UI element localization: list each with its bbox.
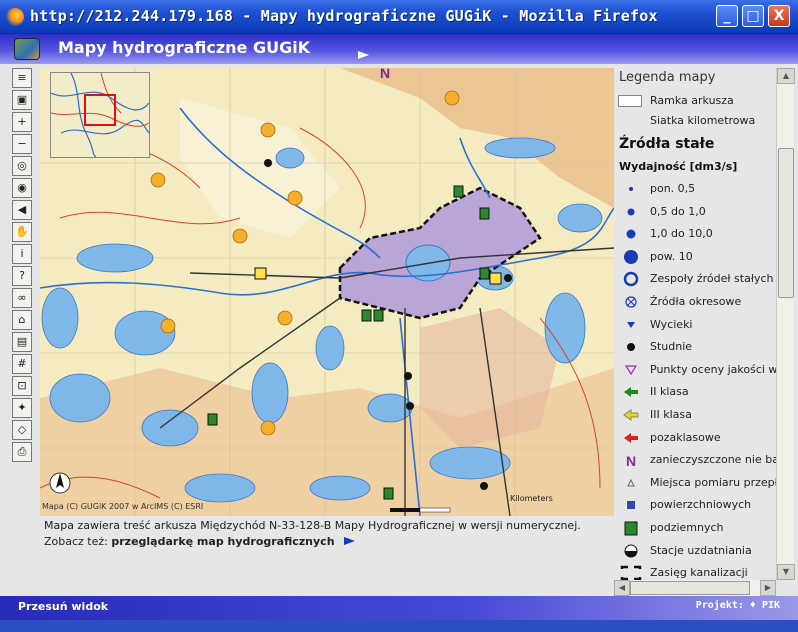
project-label[interactable]: Projekt: ♦ PIK: [696, 600, 780, 611]
identify-tool-button[interactable]: i: [12, 244, 32, 264]
zoom-full-tool-button[interactable]: ◎: [12, 156, 32, 176]
legend-item-label: Zasięg kanalizacji: [650, 566, 748, 580]
legend-vertical-scrollbar[interactable]: ▲ ▼: [776, 68, 795, 580]
window-bottom-border: [0, 620, 798, 632]
app-logo-icon: [14, 38, 40, 60]
scroll-left-button[interactable]: ◀: [614, 580, 630, 596]
clear-selection-tool-button[interactable]: ◇: [12, 420, 32, 440]
map-view[interactable]: N: [40, 68, 614, 516]
scroll-thumb[interactable]: [778, 148, 794, 298]
minimize-button[interactable]: _: [716, 5, 738, 27]
frame-symbol-icon: [618, 95, 642, 107]
overview-toggle-tool-button[interactable]: ▣: [12, 90, 32, 110]
status-bar: Przesuń widok Projekt: ♦ PIK: [0, 596, 798, 620]
legend-item-label: Zespoły źródeł stałych: [650, 272, 774, 286]
legend-item-label: podziemnych: [650, 521, 724, 534]
app-title: Mapy hydrograficzne GUGiK: [58, 38, 311, 57]
firefox-icon: [6, 8, 24, 26]
legend-item-label: Miejsca pomiaru przepły: [650, 475, 776, 489]
periodic-spring-icon: [618, 294, 644, 310]
map-toolbar: ≡ ▣ + − ◎ ◉ ◀ ✋ i? ∞ ⌂ ▤ # ⊡ ✦ ◇ ⎙: [12, 68, 34, 464]
print-tool-button[interactable]: ⎙: [12, 442, 32, 462]
see-also-prefix: Zobacz też:: [44, 535, 108, 548]
measure-tool-button[interactable]: ⌂: [12, 310, 32, 330]
legend-item-label: Stacje uzdatniania: [650, 543, 752, 557]
legend-item-label: Punkty oceny jakości w: [650, 362, 776, 376]
legend-item-label: pon. 0,5: [650, 182, 696, 195]
back-tool-button[interactable]: ◀: [12, 200, 32, 220]
legend-item-label: Wycieki: [650, 317, 693, 331]
scale-label: Kilometers: [510, 494, 553, 503]
app-header: Mapy hydrograficzne GUGiK: [0, 34, 798, 64]
header-arrow-icon[interactable]: [358, 51, 369, 59]
spring-group-icon: [618, 271, 644, 287]
legend-item-label: pow. 10: [650, 249, 693, 263]
spring-05-10-icon: [618, 204, 644, 220]
see-also-line: Zobacz też: przeglądarkę map hydrografic…: [44, 535, 356, 548]
polluted-n-icon: N: [618, 452, 644, 469]
scroll-right-button[interactable]: ▶: [760, 580, 776, 596]
class-ii-arrow-icon: [618, 384, 644, 400]
legend-item-label: pozaklasowe: [650, 430, 721, 444]
close-button[interactable]: X: [768, 5, 790, 27]
select-rect-tool-button[interactable]: ▤: [12, 332, 32, 352]
flow-measure-icon: [618, 475, 644, 491]
spring-10-100-icon: [618, 226, 644, 242]
map-legend: Legenda mapy Ramka arkusza Siatka kilome…: [614, 68, 776, 580]
legend-item-label: Studnie: [650, 340, 693, 354]
pan-tool-button[interactable]: ✋: [12, 222, 32, 242]
legend-item-label: zanieczyszczone nie ba: [650, 453, 776, 467]
svg-text:N: N: [626, 453, 636, 468]
sheet-info-text: Mapa zawiera treść arkusza Międzychód N-…: [44, 519, 581, 532]
scroll-down-button[interactable]: ▼: [777, 564, 795, 580]
zoom-out-tool-button[interactable]: −: [12, 134, 32, 154]
map-copyright: Mapa (C) GUGiK 2007 w ArcIMS (C) ESRI: [42, 502, 204, 511]
legend-item-label: Źródła okresowe: [650, 295, 742, 308]
scale-bar: Kilometers: [390, 494, 553, 503]
legend-item-label: II klasa: [650, 385, 689, 399]
status-left-text: Przesuń widok: [18, 600, 109, 613]
window-title: http://212.244.179.168 - Mapy hydrografi…: [30, 7, 658, 25]
scroll-up-button[interactable]: ▲: [777, 68, 795, 84]
north-arrow-icon: [49, 472, 71, 494]
treatment-station-icon: [618, 543, 644, 559]
select-point-tool-button[interactable]: ⊡: [12, 376, 32, 396]
hyperlink-tool-button[interactable]: ?: [12, 266, 32, 286]
class-iii-arrow-icon: [618, 407, 644, 423]
spring-lt05-icon: [618, 181, 644, 197]
out-of-class-arrow-icon: [618, 430, 644, 446]
maximize-button[interactable]: □: [742, 5, 764, 27]
legend-section-springs: Źródła stałe: [619, 136, 715, 152]
viewer-link[interactable]: przeglądarkę map hydrograficznych: [111, 535, 334, 548]
overview-map[interactable]: [50, 72, 150, 158]
groundwater-icon: [618, 520, 644, 536]
zoom-in-tool-button[interactable]: +: [12, 112, 32, 132]
browser-window: http://212.244.179.168 - Mapy hydrografi…: [0, 0, 798, 632]
seep-icon: [618, 317, 644, 333]
legend-section-yield: Wydajność [dm3/s]: [619, 160, 738, 173]
zoom-active-tool-button[interactable]: ◉: [12, 178, 32, 198]
toc-tool-button[interactable]: ≡: [12, 68, 32, 88]
find-tool-button[interactable]: ∞: [12, 288, 32, 308]
sewer-range-icon: [618, 565, 644, 580]
legend-item-label: 1,0 do 10,0: [650, 227, 713, 241]
legend-item-label: 0,5 do 1,0: [650, 204, 706, 218]
legend-title: Legenda mapy: [619, 70, 716, 85]
link-arrow-icon[interactable]: [344, 537, 356, 545]
window-titlebar[interactable]: http://212.244.179.168 - Mapy hydrografi…: [0, 0, 798, 34]
well-icon: [618, 339, 644, 355]
hscroll-thumb[interactable]: [630, 581, 750, 595]
legend-item-label: powierzchniowych: [650, 498, 752, 512]
svg-text:N: N: [380, 68, 390, 81]
surface-water-icon: [618, 497, 644, 513]
spring-gt10-icon: [618, 249, 644, 265]
legend-horizontal-scrollbar[interactable]: ◀ ▶: [614, 580, 776, 596]
select-poly-tool-button[interactable]: #: [12, 354, 32, 374]
buffer-tool-button[interactable]: ✦: [12, 398, 32, 418]
legend-item-label: III klasa: [650, 408, 692, 421]
quality-point-icon: [618, 362, 644, 378]
